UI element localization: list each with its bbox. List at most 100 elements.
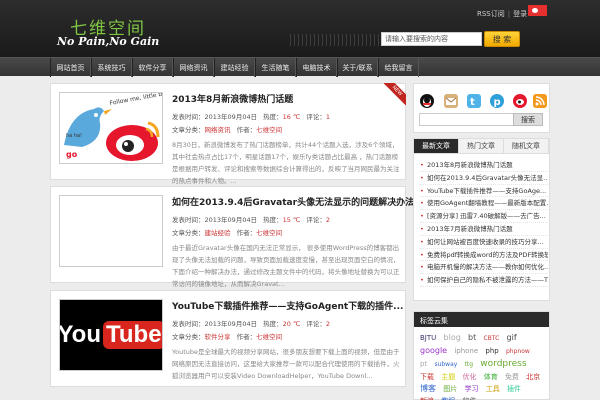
tag-link[interactable]: 图片 (443, 385, 457, 393)
tag-link[interactable]: 插件 (507, 385, 521, 393)
tag-link[interactable]: blog (444, 333, 461, 342)
qq-icon[interactable] (420, 94, 434, 108)
weibo-icon[interactable] (528, 5, 547, 16)
post-excerpt: 由于最近Gravatar头像在国内无法正常显示， 很多使用WordPress的博… (172, 244, 400, 288)
nav-item-computer[interactable]: 电脑技术 (296, 58, 337, 77)
recent-posts-list: 2013年8月新浪微博热门话题 如何在2013.9.4后Gravatar头像无法… (420, 159, 548, 287)
post-excerpt: 8月30日，新浪微博发布了热门话题榜单，共计44个话题入选，涉及6个领域，其中社… (172, 141, 400, 185)
svg-text:go: go (66, 150, 78, 159)
tag-link[interactable]: 北京 (526, 373, 540, 381)
comments-count[interactable]: 1 (326, 113, 330, 121)
post-title[interactable]: YouTube下载插件推荐——支持GoAgent下载的插件... (172, 299, 403, 312)
tag-link[interactable]: 工具 (486, 385, 500, 393)
author-link[interactable]: 七维空间 (256, 229, 282, 237)
header-decoration (290, 34, 380, 46)
tag-link[interactable]: google (420, 346, 447, 355)
nav-item-news[interactable]: 网络资讯 (173, 58, 214, 77)
post-title[interactable]: 2013年8月新浪微博热门话题 (172, 92, 293, 105)
search-input[interactable] (381, 32, 482, 46)
tag-link[interactable]: ttg (465, 361, 474, 368)
nav-item-home[interactable]: 网站首页 (50, 58, 91, 77)
tag-link[interactable]: 体育 (484, 373, 498, 381)
author-link[interactable]: 七维空间 (256, 126, 282, 134)
category-label: 文章分类： (172, 126, 205, 134)
tab-latest[interactable]: 最新文章 (414, 139, 459, 153)
list-item[interactable]: 如何在2013.9.4后Gravatar头像无法显... (420, 172, 548, 185)
tencent-weibo-icon[interactable]: t (467, 94, 481, 108)
tag-cloud-title: 标签云集 (414, 312, 549, 327)
comments-label: 评论： (306, 320, 326, 328)
tag-link[interactable]: wordpress (480, 359, 526, 369)
tag-link[interactable]: CBTC (483, 335, 499, 342)
comments-count[interactable]: 2 (326, 216, 330, 224)
nav-item-webdev[interactable]: 建站经验 (214, 58, 255, 77)
pinterest-icon[interactable]: p (490, 94, 504, 108)
tag-link[interactable]: 学习 (464, 385, 478, 393)
site-header: 七维空间 No Pain,No Gain RSS订阅|登录 搜 索 (0, 0, 600, 57)
nav-item-about[interactable]: 关于/联系 (337, 58, 378, 77)
sidebar-search-button[interactable]: 搜索 (513, 113, 543, 126)
nav-item-software[interactable]: 软件分享 (132, 58, 173, 77)
post-meta-2: 文章分类：网络资讯 作者：七维空间 (172, 124, 282, 134)
tag-link[interactable]: pt (420, 360, 427, 368)
tag-link[interactable]: php (485, 347, 498, 355)
list-item[interactable]: 2013年7月新浪微博热门话题 (420, 223, 548, 236)
post-card: 如何在2013.9.4后Gravatar头像无法显示的问题解决办法... 发表时… (50, 186, 424, 288)
category-link[interactable]: 网络资讯 (205, 126, 231, 134)
post-card: You Tube YouTube下载插件推荐——支持GoAgent下载的插件...… (50, 290, 406, 387)
tag-link[interactable]: 下载 (420, 373, 434, 381)
comments-count[interactable]: 2 (326, 320, 330, 328)
post-thumbnail[interactable] (59, 195, 163, 267)
top-links: RSS订阅 | 登录 (477, 9, 527, 19)
list-item[interactable]: [资源分享] 迅雷7.40破解版——去广告... (420, 210, 548, 223)
tag-link[interactable]: phpnow (506, 348, 530, 355)
youtube-logo-image: You Tube (60, 300, 162, 370)
list-item[interactable]: 2013年8月新浪微博热门话题 (420, 159, 548, 172)
list-item[interactable]: 如何让网站被百度快速收录的技巧分享... (420, 236, 548, 249)
category-label: 文章分类： (172, 333, 205, 341)
views-label: 热度： (263, 320, 283, 328)
list-item[interactable]: 电脑开机慢的解决方法——教你如何优化... (420, 261, 548, 275)
tab-popular[interactable]: 热门文章 (459, 139, 504, 153)
new-ribbon: NEW (384, 83, 406, 105)
sina-weibo-icon[interactable] (513, 94, 527, 108)
list-item[interactable]: YouTube下载插件推荐——支持GoAge... (420, 185, 548, 198)
mail-icon[interactable] (444, 94, 458, 108)
list-item[interactable]: 免费将pdf转换成word的方法及PDF转换软件 (420, 249, 548, 262)
author-link[interactable]: 七维空间 (256, 333, 282, 341)
tag-link[interactable]: 主题 (441, 373, 455, 381)
post-thumbnail[interactable]: You Tube (59, 299, 163, 371)
post-thumbnail[interactable]: Follow me, little bird ha ha! go (59, 92, 163, 164)
tab-random[interactable]: 随机文章 (504, 139, 549, 153)
post-card: Follow me, little bird ha ha! go 2013年8月… (50, 83, 406, 185)
tag-link[interactable]: gif (507, 333, 517, 342)
tag-link[interactable]: iphone (454, 347, 478, 355)
comments-label: 评论： (306, 216, 326, 224)
post-meta: 发表时间：2013年09月04日 热度：15 ℃ 评论：2 (172, 214, 330, 224)
login-link[interactable]: 登录 (513, 10, 527, 18)
views-label: 热度： (263, 113, 283, 121)
search-button[interactable]: 搜 索 (484, 31, 520, 47)
category-link[interactable]: 软件分享 (205, 333, 231, 341)
nav-item-life[interactable]: 生活随笔 (255, 58, 296, 77)
tag-link[interactable]: BJTU (420, 334, 436, 342)
tag-link[interactable]: subway (434, 361, 457, 368)
category-link[interactable]: 建站经验 (205, 229, 231, 237)
tag-link[interactable]: 免费 (505, 373, 519, 381)
nav-item-system-tips[interactable]: 系统技巧 (91, 58, 132, 77)
nav-item-guestbook[interactable]: 给我留言 (378, 58, 419, 77)
author-label: 作者： (236, 229, 257, 237)
post-title[interactable]: 如何在2013.9.4后Gravatar头像无法显示的问题解决办法... (172, 195, 424, 208)
tag-link[interactable]: 优化 (462, 373, 476, 381)
tag-cloud-panel: 标签云集 BJTU blog bt CBTC gif google iphone… (413, 311, 550, 400)
rss-icon[interactable] (533, 94, 547, 108)
list-item[interactable]: 如何保护自己的隐私不被泄露的方法——T... (420, 274, 548, 287)
sidebar-search-input[interactable] (419, 113, 514, 126)
list-item[interactable]: 使用GoAgent翻墙教程——最新版本配置... (420, 197, 548, 211)
svg-text:t: t (470, 97, 475, 108)
tag-cloud: BJTU blog bt CBTC gif google iphone php … (420, 332, 546, 400)
post-meta: 发表时间：2013年09月04日 热度：16 ℃ 评论：1 (172, 111, 330, 121)
tag-link[interactable]: 博客 (420, 384, 436, 393)
tag-link[interactable]: bt (468, 333, 476, 342)
rss-link[interactable]: RSS订阅 (477, 10, 505, 18)
